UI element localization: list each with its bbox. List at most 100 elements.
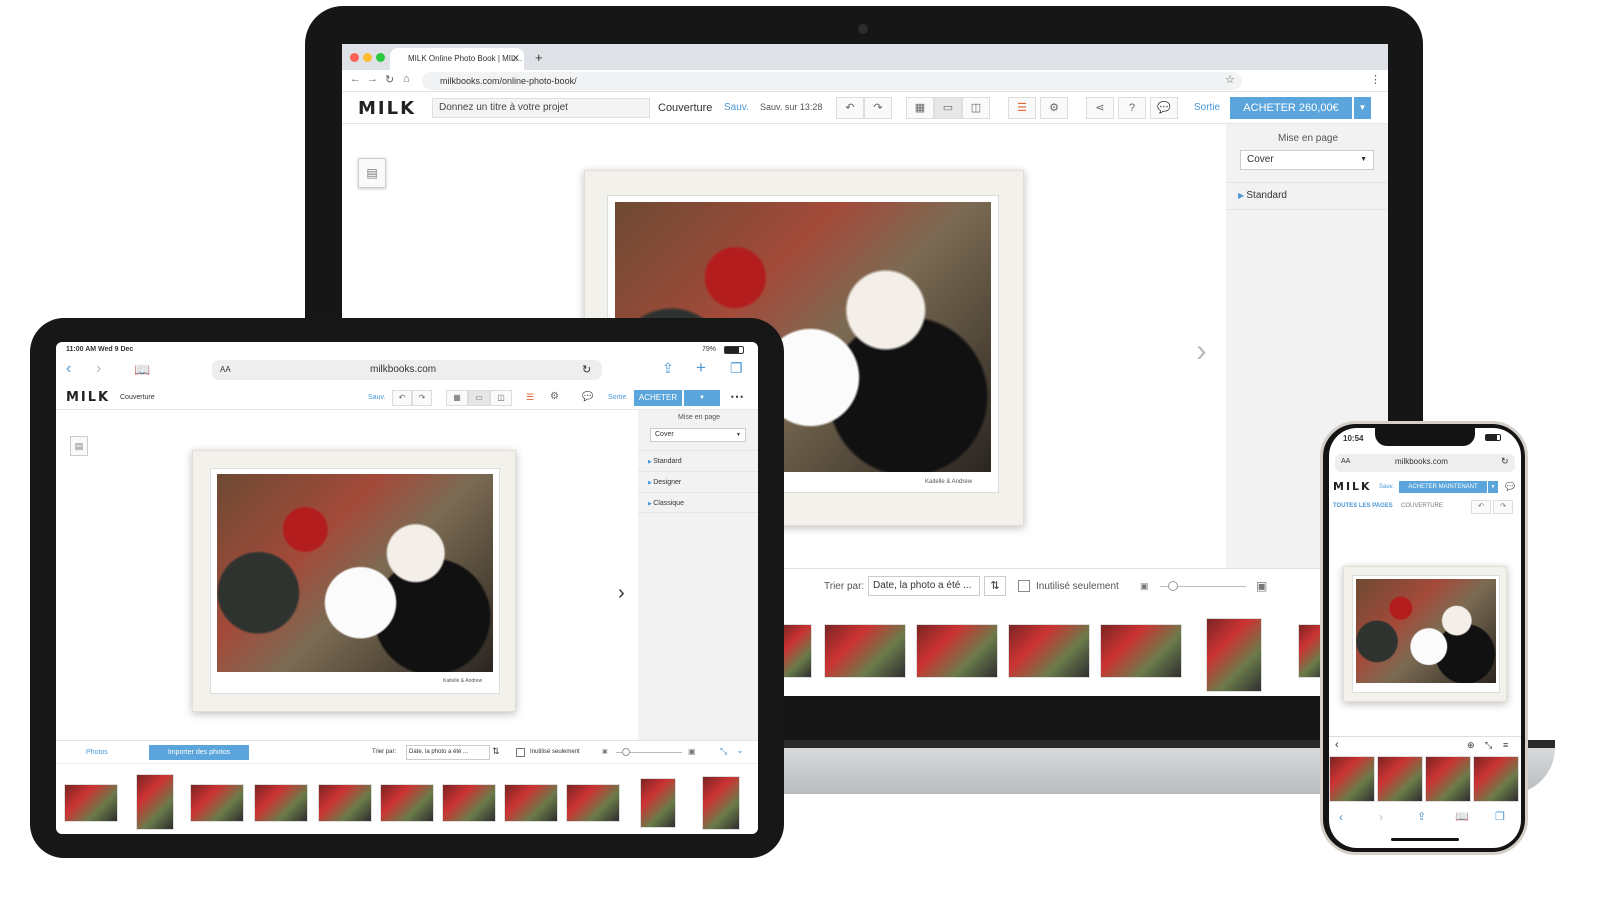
photo-thumbnail[interactable] xyxy=(136,774,174,830)
photo-thumbnail[interactable] xyxy=(566,784,620,822)
settings-gear-icon[interactable]: ⚙ xyxy=(550,391,559,402)
spread-view-icon[interactable]: ◫ xyxy=(962,97,990,119)
phone-address-bar[interactable]: AA milkbooks.com ↻ xyxy=(1335,454,1515,472)
forward-arrow-icon[interactable]: › xyxy=(96,360,101,378)
reload-icon[interactable]: ↻ xyxy=(1501,456,1509,467)
photo-thumbnail[interactable] xyxy=(1329,756,1375,802)
unused-only-checkbox[interactable] xyxy=(1018,580,1030,592)
cover-photo[interactable] xyxy=(1356,579,1496,683)
text-size-button[interactable]: AA xyxy=(220,365,231,374)
photo-thumbnail[interactable] xyxy=(380,784,434,822)
spread-view-icon[interactable]: ◫ xyxy=(490,390,512,406)
buy-dropdown-icon[interactable]: ▼ xyxy=(1354,97,1371,119)
minimize-window-dot[interactable] xyxy=(363,53,372,62)
sort-direction-icon[interactable]: ⇅ xyxy=(984,576,1006,596)
redo-button[interactable]: ↷ xyxy=(412,390,432,406)
grid-view-icon[interactable]: ▦ xyxy=(446,390,468,406)
settings-gear-icon[interactable]: ⚙ xyxy=(1040,97,1068,119)
photo-thumbnail[interactable] xyxy=(782,624,812,678)
chevron-down-icon[interactable]: ⌄ xyxy=(736,745,744,756)
zoom-slider-handle[interactable] xyxy=(1168,581,1178,591)
bookmarks-book-icon[interactable]: 📖 xyxy=(134,362,150,378)
home-icon[interactable]: ⌂ xyxy=(403,73,410,85)
address-bar[interactable]: milkbooks.com/online-photo-book/ xyxy=(422,72,1242,90)
layout-select[interactable]: Cover ▼ xyxy=(1240,150,1374,170)
undo-button[interactable]: ↶ xyxy=(1471,500,1491,514)
photo-thumbnail[interactable] xyxy=(254,784,308,822)
share-icon[interactable]: ⇪ xyxy=(1417,810,1426,823)
browser-menu-icon[interactable]: ⋮ xyxy=(1370,73,1381,86)
single-page-view-icon[interactable]: ▭ xyxy=(468,390,490,406)
milk-logo[interactable]: MILK xyxy=(1333,480,1372,493)
buy-button[interactable]: ACHETER xyxy=(634,390,682,406)
menu-icon[interactable]: ≡ xyxy=(1503,740,1508,750)
layout-item-standard[interactable]: ▶ Standard xyxy=(638,450,758,471)
single-page-view-icon[interactable]: ▭ xyxy=(934,97,962,119)
forward-arrow-icon[interactable]: → xyxy=(367,73,378,85)
new-tab-icon[interactable]: + xyxy=(696,358,706,378)
project-title-input[interactable]: Donnez un titre à votre projet xyxy=(432,98,650,118)
close-window-dot[interactable] xyxy=(350,53,359,62)
help-icon[interactable]: ? xyxy=(1118,97,1146,119)
share-icon[interactable]: ⇪ xyxy=(662,360,674,377)
add-photo-icon[interactable]: ⊕ xyxy=(1467,740,1475,751)
forward-arrow-icon[interactable]: › xyxy=(1379,810,1383,824)
reload-icon[interactable]: ↻ xyxy=(582,363,591,376)
list-icon[interactable]: ☰ xyxy=(526,392,534,403)
photo-thumbnail[interactable] xyxy=(702,776,740,830)
bookmark-star-icon[interactable]: ☆ xyxy=(1225,73,1235,86)
photo-thumbnail[interactable] xyxy=(190,784,244,822)
photo-thumbnail[interactable] xyxy=(1100,624,1182,678)
page-notes-icon[interactable]: ▤ xyxy=(358,158,386,188)
sort-direction-icon[interactable]: ⇅ xyxy=(492,746,500,757)
buy-button[interactable]: ACHETER 260,00€ xyxy=(1230,97,1352,119)
maximize-window-dot[interactable] xyxy=(376,53,385,62)
chat-icon[interactable]: 💬 xyxy=(582,391,593,402)
photo-thumbnail[interactable] xyxy=(64,784,118,822)
save-button[interactable]: Sauv. xyxy=(1379,484,1394,490)
zoom-slider-handle[interactable] xyxy=(622,748,630,756)
more-options-icon[interactable]: ⋯ xyxy=(730,388,744,405)
chevron-left-icon[interactable]: ‹ xyxy=(1335,739,1339,751)
text-size-button[interactable]: AA xyxy=(1341,458,1350,465)
tabs-icon[interactable]: ❐ xyxy=(730,360,743,377)
tabs-icon[interactable]: ❐ xyxy=(1495,810,1505,823)
bookmarks-book-icon[interactable]: 📖 xyxy=(1455,810,1469,823)
chat-icon[interactable]: 💬 xyxy=(1505,482,1515,491)
tablet-address-bar[interactable]: AA milkbooks.com ↻ xyxy=(212,360,602,380)
save-button[interactable]: Sauv. xyxy=(368,394,385,401)
milk-logo[interactable]: MILK xyxy=(358,98,416,119)
sort-select[interactable]: Date, la photo a été ... xyxy=(868,576,980,596)
photo-thumbnail[interactable] xyxy=(1206,618,1262,692)
undo-button[interactable]: ↶ xyxy=(392,390,412,406)
browser-tab[interactable]: MILK Online Photo Book | MIL... xyxy=(390,48,524,70)
buy-button[interactable]: ACHETER MAINTENANT xyxy=(1399,481,1487,493)
layout-item-designer[interactable]: ▶ Designer xyxy=(638,471,758,492)
photo-thumbnail[interactable] xyxy=(1473,756,1519,802)
import-photos-button[interactable]: Importer des photos xyxy=(149,745,249,760)
photo-thumbnail[interactable] xyxy=(1425,756,1471,802)
breadcrumb-all-pages[interactable]: TOUTES LES PAGES xyxy=(1333,503,1393,509)
photo-thumbnail[interactable] xyxy=(1377,756,1423,802)
buy-dropdown-icon[interactable]: ▼ xyxy=(1488,481,1498,493)
list-icon[interactable]: ☰ xyxy=(1008,97,1036,119)
photo-thumbnail[interactable] xyxy=(640,778,676,828)
exit-button[interactable]: Sortie xyxy=(608,394,626,401)
exit-button[interactable]: Sortie xyxy=(1194,102,1220,113)
close-tab-icon[interactable]: ✕ xyxy=(512,53,520,64)
back-arrow-icon[interactable]: ‹ xyxy=(66,360,71,378)
redo-button[interactable]: ↷ xyxy=(864,97,892,119)
reload-icon[interactable]: ↻ xyxy=(385,73,394,86)
redo-button[interactable]: ↷ xyxy=(1493,500,1513,514)
photo-thumbnail[interactable] xyxy=(824,624,906,678)
new-tab-icon[interactable]: + xyxy=(535,50,543,65)
share-icon[interactable]: ⋖ xyxy=(1086,97,1114,119)
layout-item-classique[interactable]: ▶ Classique xyxy=(638,492,758,513)
next-page-icon[interactable]: › xyxy=(618,582,625,605)
chat-icon[interactable]: 💬 xyxy=(1150,97,1178,119)
photo-thumbnail[interactable] xyxy=(318,784,372,822)
undo-button[interactable]: ↶ xyxy=(836,97,864,119)
unused-only-checkbox[interactable] xyxy=(516,748,525,757)
expand-icon[interactable]: ⤡ xyxy=(720,746,727,757)
milk-logo[interactable]: MILK xyxy=(66,390,110,405)
